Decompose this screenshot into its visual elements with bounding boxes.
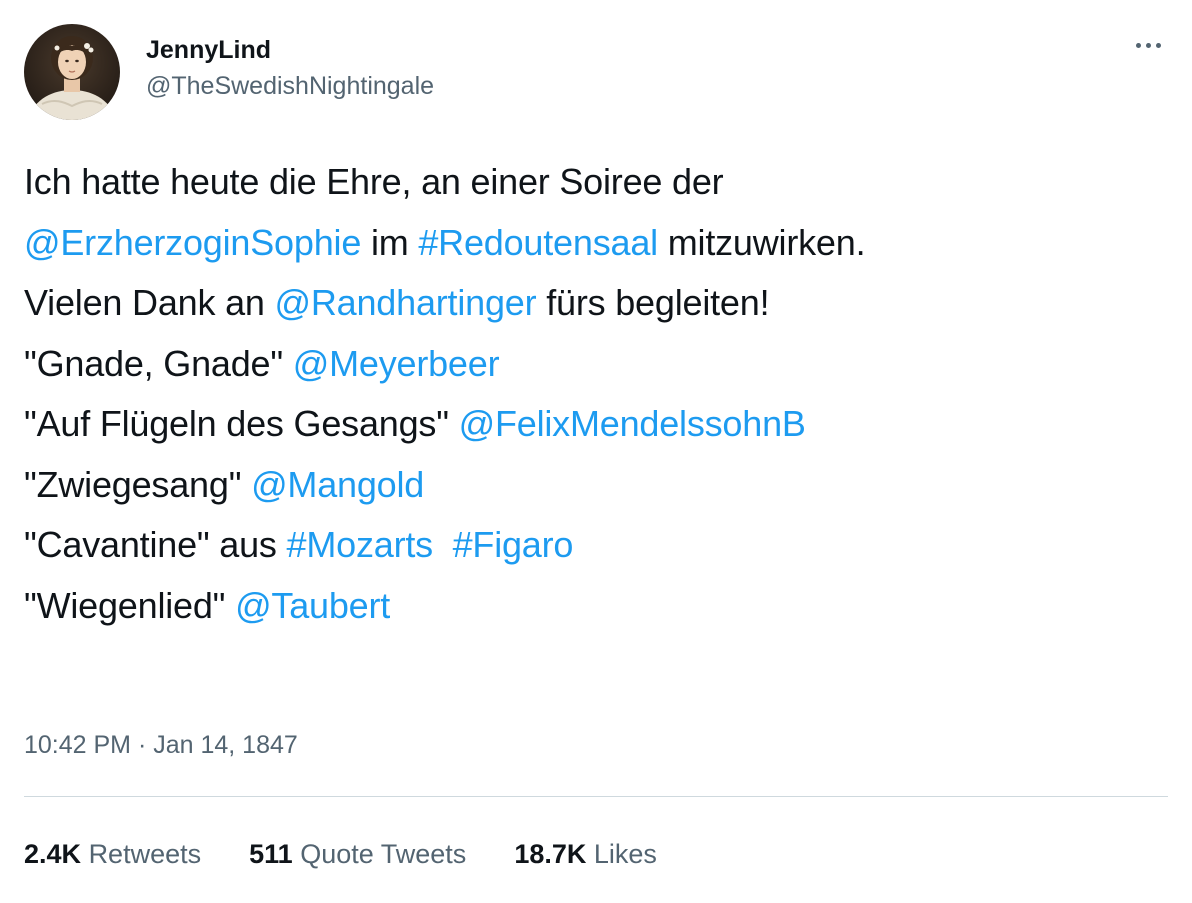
- user-handle[interactable]: @TheSwedishNightingale: [146, 70, 434, 102]
- divider: [24, 796, 1168, 797]
- text-segment: fürs begleiten!: [536, 282, 770, 323]
- meta-separator: ·: [131, 731, 154, 759]
- likes-stat[interactable]: 18.7K Likes: [514, 836, 657, 872]
- more-horizontal-icon[interactable]: [1128, 30, 1168, 60]
- mention-link[interactable]: @Mangold: [251, 464, 424, 505]
- retweets-count: 2.4K: [24, 839, 82, 869]
- more-dot: [1135, 42, 1141, 48]
- tweet-header: JennyLind @TheSwedishNightingale: [24, 24, 1168, 120]
- text-segment: [433, 524, 453, 565]
- text-segment: Vielen Dank an: [24, 282, 275, 323]
- portrait-avatar[interactable]: [24, 24, 120, 120]
- text-segment: im: [361, 221, 419, 263]
- tweet-line: @ErzherzoginSophie im #Redoutensaal mitz…: [24, 213, 1164, 274]
- quote-tweets-stat[interactable]: 511 Quote Tweets: [249, 836, 466, 872]
- more-dot: [1145, 42, 1151, 48]
- tweet-line: "Cavantine" aus #Mozarts #Figaro: [24, 515, 1164, 576]
- tweet-date: Jan 14, 1847: [153, 731, 298, 759]
- likes-count: 18.7K: [514, 839, 587, 869]
- tweet-line: "Wiegenlied" @Taubert: [24, 576, 1164, 637]
- text-segment: mitzuwirken.: [657, 221, 866, 263]
- user-names: JennyLind @TheSwedishNightingale: [146, 34, 434, 102]
- mention-link[interactable]: @Randhartinger: [275, 282, 537, 323]
- more-dot: [1155, 42, 1161, 48]
- hashtag-link[interactable]: #Figaro: [453, 524, 574, 565]
- mention-link[interactable]: @Taubert: [235, 585, 390, 626]
- tweet-card: JennyLind @TheSwedishNightingale Ich hat…: [0, 0, 1192, 903]
- mention-link[interactable]: @Meyerbeer: [293, 343, 500, 384]
- mention-link[interactable]: @FelixMendelssohnB: [459, 403, 806, 444]
- text-segment: "Zwiegesang": [24, 463, 252, 505]
- hashtag-link[interactable]: #Mozarts: [287, 524, 434, 565]
- tweet-line: "Gnade, Gnade" @Meyerbeer: [24, 334, 1164, 395]
- quote-tweets-label: Quote Tweets: [300, 839, 467, 869]
- tweet-line: Ich hatte heute die Ehre, an einer Soire…: [24, 152, 1164, 213]
- text-segment: Ich hatte heute die Ehre, an einer Soire…: [24, 161, 724, 202]
- tweet-line: "Auf Flügeln des Gesangs" @FelixMendelss…: [24, 394, 1164, 455]
- text-segment: "Auf Flügeln des Gesangs": [24, 403, 459, 444]
- tweet-line: "Zwiegesang" @Mangold: [24, 455, 1164, 516]
- tweet-text: Ich hatte heute die Ehre, an einer Soire…: [24, 152, 1164, 636]
- portrait-avatar-image: [24, 24, 120, 120]
- retweets-stat[interactable]: 2.4K Retweets: [24, 836, 201, 872]
- text-segment: "Gnade, Gnade": [24, 342, 293, 384]
- quote-tweets-count: 511: [249, 839, 293, 869]
- tweet-line: Vielen Dank an @Randhartinger fürs begle…: [24, 273, 1164, 334]
- retweets-label: Retweets: [88, 839, 202, 869]
- likes-label: Likes: [593, 839, 657, 869]
- display-name[interactable]: JennyLind: [146, 34, 434, 66]
- text-segment: "Cavantine" aus: [24, 524, 287, 565]
- text-segment: "Wiegenlied": [24, 584, 236, 626]
- mention-link[interactable]: @ErzherzoginSophie: [24, 222, 361, 263]
- tweet-timestamp[interactable]: 10:42 PM · Jan 14, 1847: [24, 728, 298, 762]
- tweet-stats: 2.4K Retweets 511 Quote Tweets 18.7K Lik…: [24, 836, 705, 872]
- tweet-time: 10:42 PM: [24, 731, 132, 759]
- hashtag-link[interactable]: #Redoutensaal: [418, 222, 658, 263]
